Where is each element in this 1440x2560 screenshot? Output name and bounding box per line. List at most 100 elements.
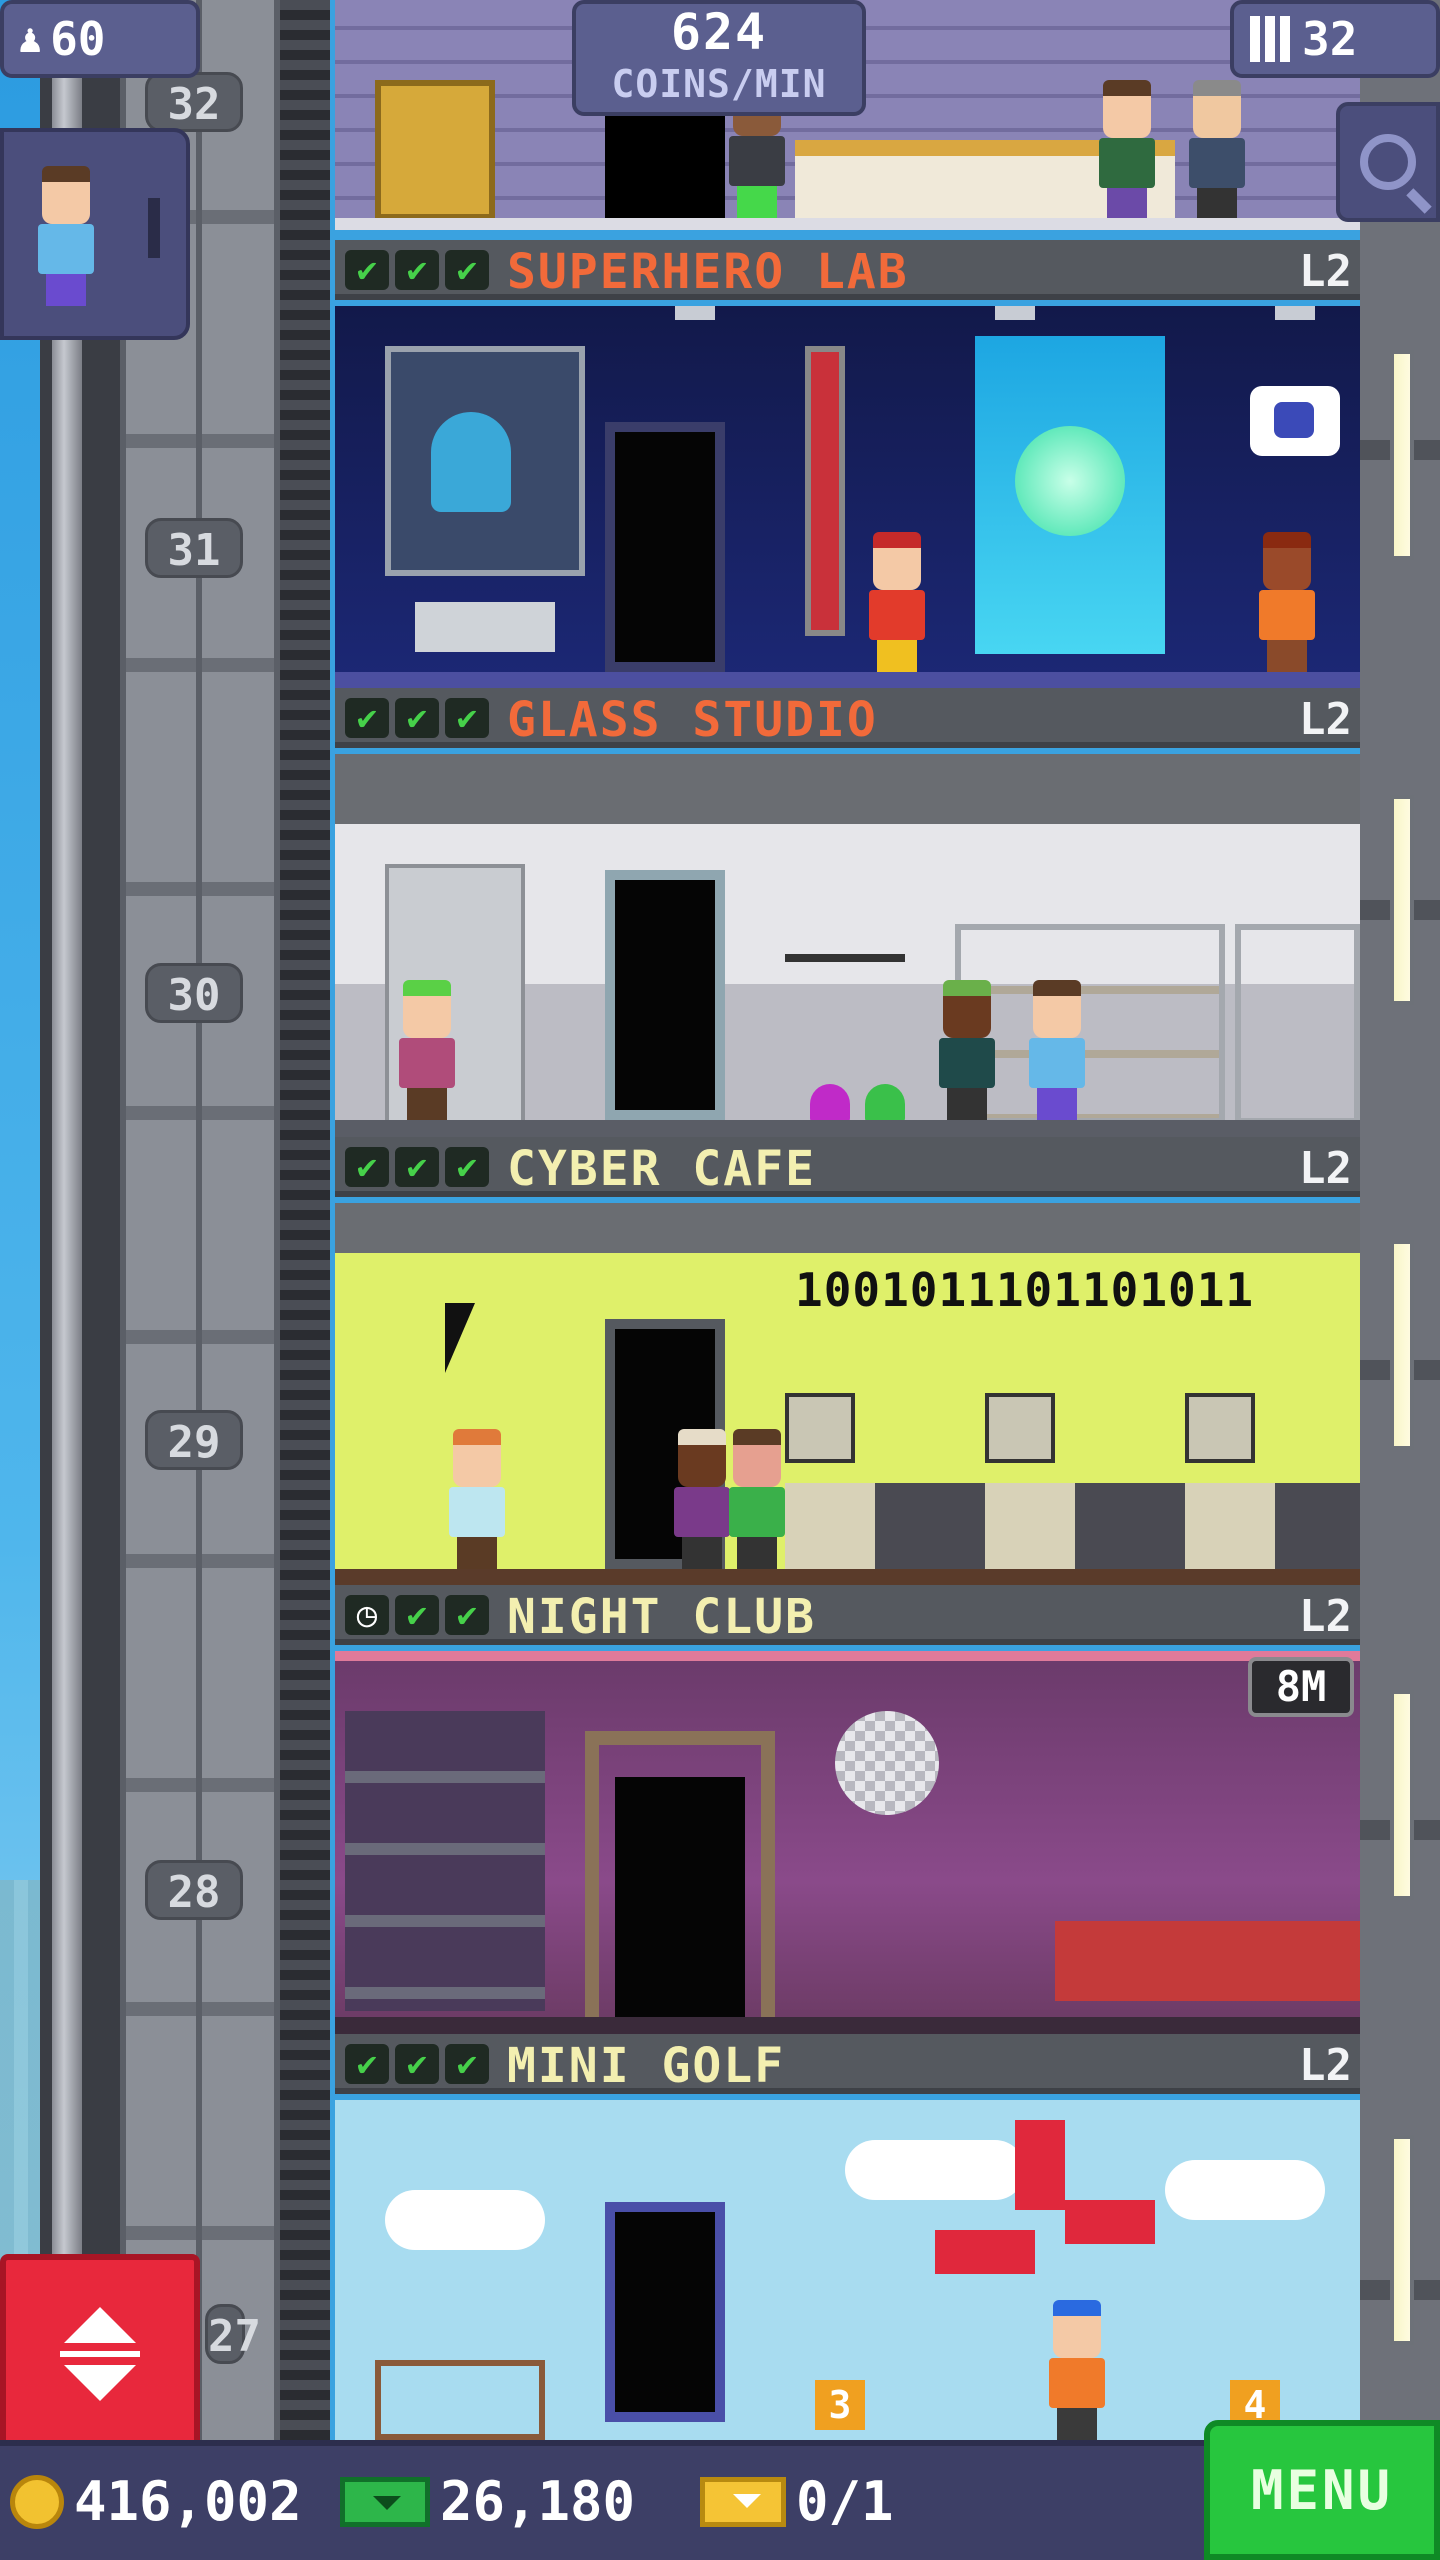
- floor-glass-studio[interactable]: ✔ ✔ ✔ GLASS STUDIO L2: [335, 688, 1360, 1138]
- room-interior: [335, 306, 1360, 690]
- room-door: [605, 110, 725, 230]
- arrow-down-icon: [64, 2365, 136, 2401]
- stock-indicators: ✔ ✔ ✔: [345, 250, 489, 290]
- coin-icon: [10, 2474, 64, 2529]
- restock-timer[interactable]: 8M: [1248, 1657, 1354, 1717]
- vip-visitor-card[interactable]: [0, 128, 190, 340]
- room-interior: [335, 754, 1360, 1138]
- room-door: [605, 870, 725, 1120]
- elevator-cable: [280, 0, 330, 2450]
- floor-level: L2: [1299, 1143, 1352, 1194]
- barrel-decoration: [375, 80, 495, 220]
- floor-number-27: 27: [205, 2304, 261, 2364]
- check-icon: ✔: [345, 698, 389, 738]
- coins-display[interactable]: 416,002: [10, 2470, 302, 2533]
- check-icon: ✔: [345, 1147, 389, 1187]
- magnifier-icon: [1360, 134, 1416, 190]
- bitizen[interactable]: [1185, 80, 1249, 220]
- floor-night-club[interactable]: ◷ ✔ ✔ NIGHT CLUB L2 8M: [335, 1585, 1360, 2035]
- building-window: [1390, 350, 1414, 560]
- lounge-sofa: [1055, 1921, 1360, 2001]
- floor-header: ✔ ✔ ✔ GLASS STUDIO L2: [335, 688, 1360, 748]
- glass-shelf: [1235, 924, 1360, 1124]
- floor-number-30: 30: [145, 963, 243, 1023]
- stock-indicators: ✔ ✔ ✔: [345, 698, 489, 738]
- floor-count-value: 32: [1302, 12, 1358, 66]
- floor-header: ◷ ✔ ✔ NIGHT CLUB L2: [335, 1585, 1360, 1645]
- floor-number-32: 32: [145, 72, 243, 132]
- search-button[interactable]: [1336, 102, 1440, 222]
- bitizen[interactable]: [395, 980, 459, 1120]
- room-floor: [335, 2017, 1360, 2035]
- population-counter[interactable]: ♟ 60: [0, 0, 200, 78]
- windmill-blade: [935, 2230, 1035, 2274]
- building-window: [1390, 2135, 1414, 2345]
- floor-name: CYBER CAFE: [507, 1141, 816, 1197]
- population-value: 60: [50, 12, 106, 66]
- bitizen[interactable]: [445, 1429, 509, 1569]
- menu-button[interactable]: MENU: [1204, 2420, 1440, 2560]
- check-icon: ✔: [445, 2044, 489, 2084]
- floor-cyber-cafe[interactable]: ✔ ✔ ✔ CYBER CAFE L2 1001011101101011: [335, 1137, 1360, 1587]
- dna-tube: [805, 346, 845, 636]
- room-door: [615, 1777, 745, 2017]
- bux-display[interactable]: 26,180: [340, 2470, 635, 2533]
- room-floor: [335, 1120, 1360, 1138]
- elevator-button[interactable]: [0, 2254, 200, 2454]
- check-icon: ✔: [445, 1595, 489, 1635]
- room-interior: 1001011101101011: [335, 1203, 1360, 1587]
- room-interior: 8M: [335, 1651, 1360, 2035]
- floor-number-28: 28: [145, 1860, 243, 1920]
- cloud-decoration: [845, 2140, 1025, 2200]
- visitor-avatar: [34, 166, 98, 306]
- glass-vase: [810, 1084, 850, 1124]
- floor-counter[interactable]: 32: [1230, 0, 1440, 78]
- floor-mini-golf[interactable]: ✔ ✔ ✔ MINI GOLF L2 3 4: [335, 2034, 1360, 2440]
- floor-name: NIGHT CLUB: [507, 1589, 816, 1645]
- floor-superhero-lab[interactable]: ✔ ✔ ✔ SUPERHERO LAB L2: [335, 240, 1360, 690]
- golf-fence: [375, 2360, 545, 2440]
- bitizen[interactable]: [725, 1429, 789, 1569]
- elevator-car-track: [120, 0, 280, 2450]
- floor-header: ✔ ✔ ✔ CYBER CAFE L2: [335, 1137, 1360, 1197]
- floor-level: L2: [1299, 2040, 1352, 2091]
- windmill-blade: [1015, 2120, 1065, 2210]
- bitizen-hero[interactable]: [865, 532, 929, 672]
- check-icon: ✔: [445, 698, 489, 738]
- bitizen[interactable]: [1025, 980, 1089, 1120]
- tickets-display[interactable]: 0/1: [700, 2470, 894, 2533]
- check-icon: ✔: [395, 698, 439, 738]
- keyboard-console: [415, 602, 555, 652]
- coins-value: 416,002: [74, 2470, 302, 2533]
- bux-icon: [340, 2476, 430, 2527]
- bitizen[interactable]: [1255, 532, 1319, 672]
- stock-indicators: ✔ ✔ ✔: [345, 2044, 489, 2084]
- stock-indicators: ✔ ✔ ✔: [345, 1147, 489, 1187]
- room-door: [605, 422, 725, 672]
- bitizen[interactable]: [1095, 80, 1159, 220]
- bitizen[interactable]: [1045, 2300, 1109, 2440]
- building-icon: [1250, 16, 1290, 62]
- bottle-shelf: [345, 1711, 545, 2011]
- cursor-icon: [445, 1303, 475, 1373]
- check-icon: ✔: [395, 1147, 439, 1187]
- check-icon: ✔: [445, 250, 489, 290]
- building-window: [1390, 795, 1414, 1005]
- coins-per-minute-value: 624: [670, 3, 768, 61]
- cloud-decoration: [1165, 2160, 1325, 2220]
- coins-per-minute-label: COINS/MIN: [611, 62, 827, 106]
- floor-number-31: 31: [145, 518, 243, 578]
- coins-per-minute-panel[interactable]: 624 COINS/MIN: [572, 0, 866, 116]
- floor-level: L2: [1299, 1591, 1352, 1642]
- floor-header: ✔ ✔ ✔ SUPERHERO LAB L2: [335, 240, 1360, 300]
- bitizen[interactable]: [935, 980, 999, 1120]
- hero-blueprint-screen: [385, 346, 585, 576]
- alert-icon: [148, 198, 160, 258]
- tool-rack: [785, 914, 905, 1044]
- computer-desks: [785, 1393, 1360, 1569]
- speech-bubble[interactable]: [1250, 386, 1340, 456]
- clock-icon: ◷: [345, 1595, 389, 1635]
- floor-name: MINI GOLF: [507, 2038, 786, 2094]
- teleporter: [975, 336, 1165, 654]
- elevator-rail: [52, 0, 82, 2450]
